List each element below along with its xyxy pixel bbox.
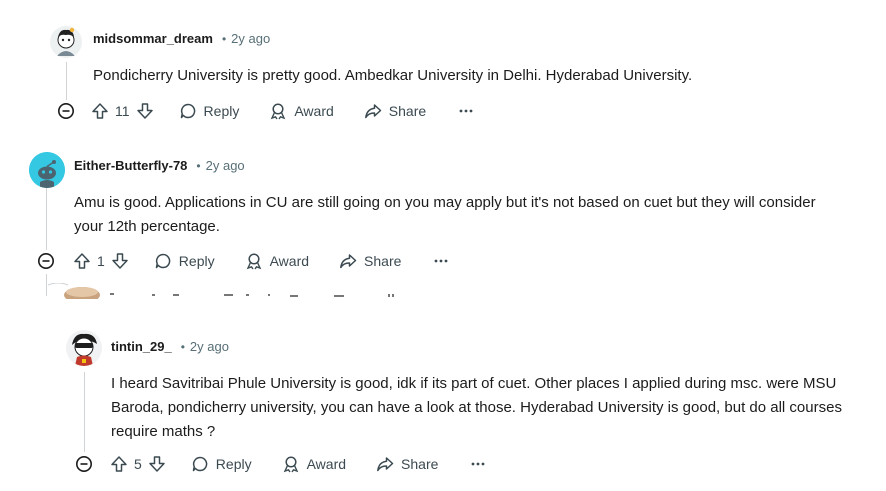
reply-label: Reply	[215, 456, 252, 472]
share-label: Share	[388, 103, 427, 119]
avatar[interactable]	[66, 330, 102, 366]
comment-actions: 5 Reply Award Share	[75, 452, 486, 476]
separator-dot: •	[180, 339, 185, 354]
thread-line	[66, 62, 67, 100]
upvote-button[interactable]	[110, 455, 128, 473]
timestamp[interactable]: 2y ago	[231, 31, 270, 46]
downvote-button[interactable]	[148, 455, 166, 473]
share-button[interactable]: Share	[364, 102, 426, 120]
share-button[interactable]: Share	[339, 252, 401, 270]
upvote-button[interactable]	[73, 252, 91, 270]
share-arrow-icon	[377, 457, 394, 472]
comment-body: Pondicherry University is pretty good. A…	[93, 67, 693, 84]
award-label: Award	[269, 253, 310, 269]
collapse-button[interactable]	[57, 102, 75, 120]
reply-label: Reply	[178, 253, 215, 269]
clipped-content-graphic	[48, 283, 394, 299]
comment-actions: 1 Reply Award Share	[37, 249, 449, 273]
comment-actions: 11 Reply Award Share	[57, 99, 474, 123]
avatar-image	[66, 330, 102, 366]
award-label: Award	[306, 456, 347, 472]
timestamp[interactable]: 2y ago	[190, 339, 229, 354]
thread-line	[46, 274, 47, 296]
thread-line	[84, 372, 85, 452]
award-button[interactable]: Award	[282, 455, 346, 473]
username[interactable]: tintin_29_	[111, 339, 172, 354]
upvote-arrow-icon	[92, 103, 108, 119]
share-button[interactable]: Share	[376, 455, 438, 473]
reply-button[interactable]: Reply	[179, 102, 240, 120]
award-button[interactable]: Award	[245, 252, 309, 270]
share-arrow-icon	[364, 104, 382, 119]
comment-body: Amu is good. Applications in CU are stil…	[74, 194, 816, 235]
award-icon	[246, 253, 261, 270]
collapse-button[interactable]	[37, 252, 55, 270]
avatar[interactable]	[29, 152, 65, 188]
reply-button[interactable]: Reply	[191, 455, 252, 473]
downvote-button[interactable]	[111, 252, 129, 270]
downvote-arrow-icon	[112, 253, 128, 269]
minus-circle-icon	[76, 456, 92, 472]
separator-dot: •	[221, 31, 227, 46]
reply-label: Reply	[203, 103, 240, 119]
award-icon	[283, 456, 298, 473]
award-icon	[271, 103, 286, 120]
vote-count: 11	[115, 103, 130, 119]
reply-button[interactable]: Reply	[154, 252, 215, 270]
avatar[interactable]	[50, 26, 82, 58]
upvote-arrow-icon	[111, 456, 127, 472]
share-label: Share	[401, 456, 439, 472]
more-options-button[interactable]	[470, 456, 486, 472]
minus-circle-icon	[38, 253, 54, 269]
more-options-button[interactable]	[458, 103, 474, 119]
collapse-button[interactable]	[75, 455, 93, 473]
ellipsis-icon	[459, 109, 473, 113]
username[interactable]: Either-Butterfly-78	[74, 158, 187, 173]
speech-bubble-icon	[155, 253, 171, 269]
award-label: Award	[294, 103, 334, 119]
downvote-button[interactable]	[136, 102, 154, 120]
share-label: Share	[364, 253, 402, 269]
separator-dot: •	[196, 158, 201, 173]
upvote-button[interactable]	[91, 102, 109, 120]
vote-count: 1	[97, 253, 105, 269]
ellipsis-icon	[434, 259, 448, 263]
ellipsis-icon	[471, 462, 485, 466]
share-arrow-icon	[340, 254, 357, 269]
downvote-arrow-icon	[149, 456, 165, 472]
upvote-arrow-icon	[74, 253, 90, 269]
thread-line	[46, 188, 47, 250]
speech-bubble-icon	[192, 456, 208, 472]
snoo-avatar-icon	[29, 152, 65, 188]
speech-bubble-icon	[180, 103, 195, 119]
avatar-image	[50, 26, 82, 58]
downvote-arrow-icon	[136, 103, 153, 119]
minus-circle-icon	[58, 103, 74, 119]
timestamp[interactable]: 2y ago	[206, 158, 245, 173]
clipped-comment-fragment	[48, 283, 408, 299]
vote-count: 5	[134, 456, 142, 472]
award-button[interactable]: Award	[269, 102, 334, 120]
more-options-button[interactable]	[433, 253, 449, 269]
username[interactable]: midsommar_dream	[93, 31, 213, 46]
comment-body: I heard Savitribai Phule University is g…	[111, 375, 842, 440]
